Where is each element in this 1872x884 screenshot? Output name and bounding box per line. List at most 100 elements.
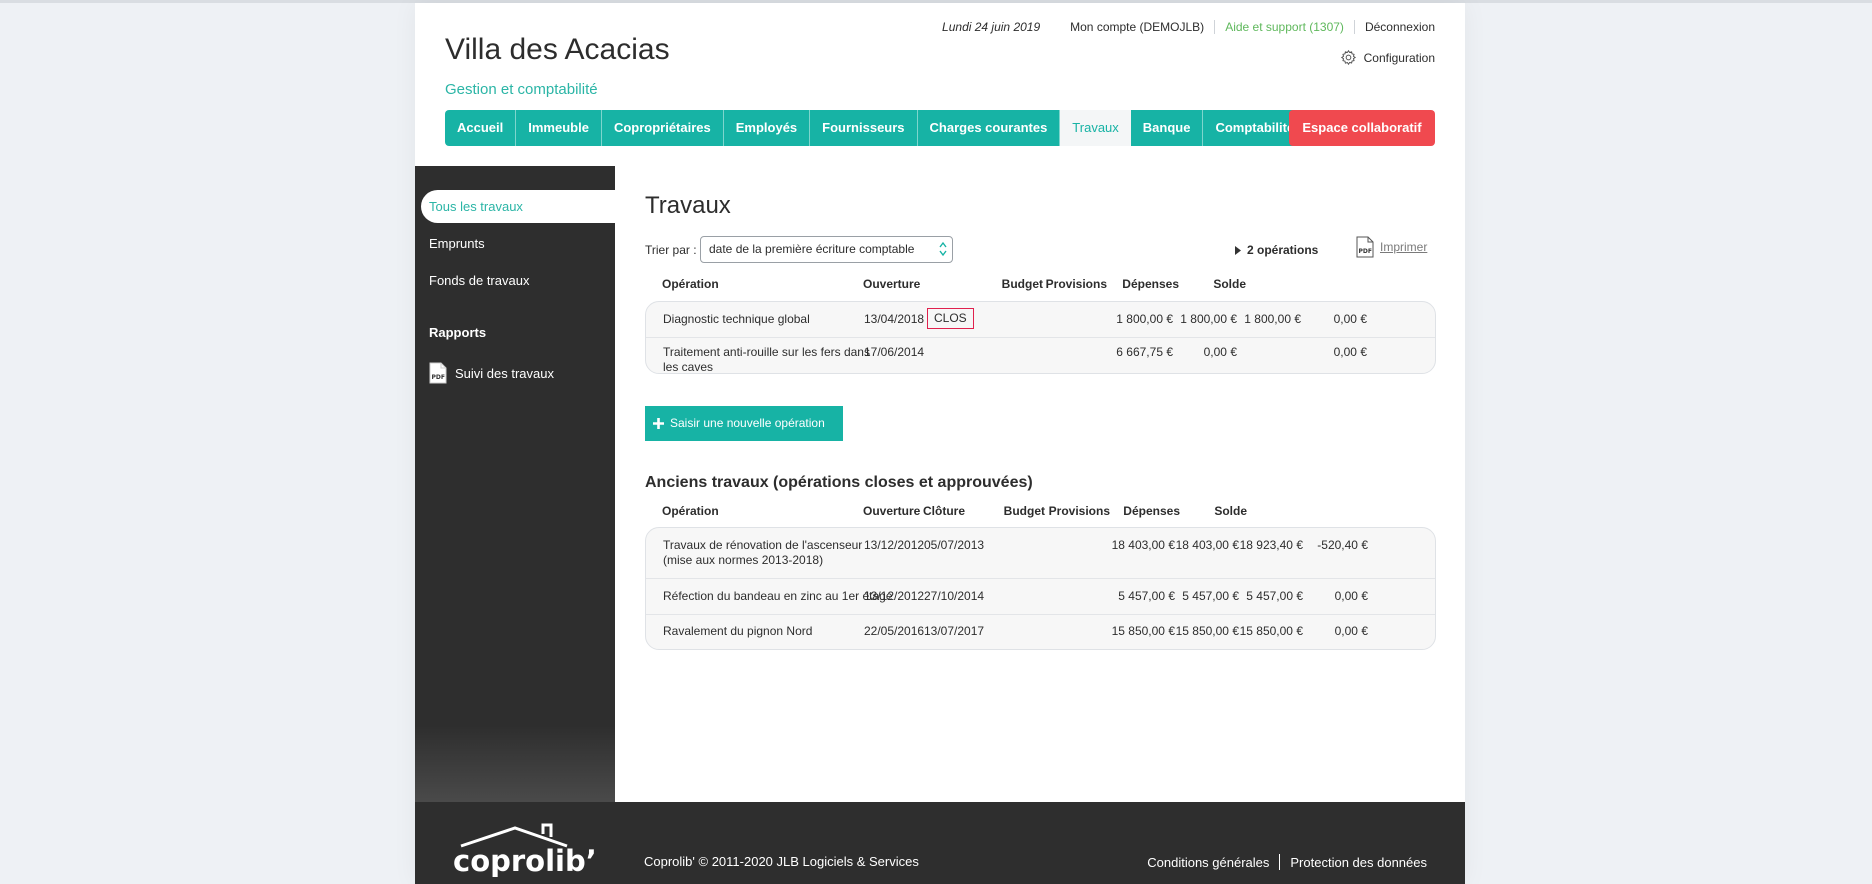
nav-coproprietaires[interactable]: Copropriétaires <box>602 110 724 146</box>
site-title: Villa des Acacias <box>445 33 670 66</box>
col-ouverture: Ouverture <box>863 277 921 291</box>
privacy-link[interactable]: Protection des données <box>1290 855 1427 870</box>
cell-budget: 1 800,00 € <box>1116 312 1173 326</box>
caret-right-icon <box>1235 245 1241 255</box>
table-row[interactable]: Travaux de rénovation de l'ascenseur (mi… <box>646 528 1435 579</box>
legal-links: Conditions générales Protection des donn… <box>1147 854 1427 870</box>
cell-ouverture: 13/04/2018 <box>864 312 925 326</box>
old-table-header: Opération Ouverture Clôture Budget Provi… <box>645 504 1435 524</box>
terms-link[interactable]: Conditions générales <box>1147 855 1269 870</box>
sort-label: Trier par : <box>645 243 697 257</box>
sidebar-item-tous-les-travaux[interactable]: Tous les travaux <box>421 190 615 223</box>
separator <box>1279 854 1281 870</box>
footer: coprolib’ Coprolib' © 2011-2020 JLB Logi… <box>415 802 1465 884</box>
cell-ouverture: 13/12/2012 <box>864 589 925 603</box>
cell-provisions: 15 850,00 € <box>1175 624 1239 638</box>
cell-provisions: 0,00 € <box>1203 345 1237 359</box>
cell-solde: 0,00 € <box>1334 589 1368 603</box>
cell-cloture: 13/07/2017 <box>924 624 985 638</box>
print-link[interactable]: PDF Imprimer <box>1356 236 1427 258</box>
cell-depenses: 18 923,40 € <box>1239 538 1303 552</box>
cell-depenses: 5 457,00 € <box>1246 589 1303 603</box>
nav-accueil[interactable]: Accueil <box>445 110 517 146</box>
configuration-label: Configuration <box>1363 50 1435 65</box>
sidebar-item-emprunts[interactable]: Emprunts <box>429 236 485 251</box>
col-cloture: Clôture <box>923 504 965 518</box>
cell-cloture: 05/07/2013 <box>924 538 985 552</box>
nav-immeuble[interactable]: Immeuble <box>516 110 602 146</box>
gear-icon <box>1340 49 1356 66</box>
sidebar-item-fonds-de-travaux[interactable]: Fonds de travaux <box>429 273 529 288</box>
sort-select[interactable]: date de la première écriture comptable <box>700 236 953 263</box>
cell-solde: 0,00 € <box>1334 624 1368 638</box>
main-content: Travaux Trier par : date de la première … <box>615 166 1465 802</box>
cell-operation: Traitement anti-rouille sur les fers dan… <box>663 345 870 359</box>
svg-text:PDF: PDF <box>432 374 445 381</box>
sidebar-item-suivi-des-travaux[interactable]: PDF Suivi des travaux <box>429 362 554 384</box>
cell-solde: 0,00 € <box>1333 312 1367 326</box>
sidebar-heading-reports: Rapports <box>429 325 487 340</box>
report-label: Suivi des travaux <box>455 365 554 381</box>
current-table-header: Opération Ouverture Budget Provisions Dé… <box>645 277 1435 297</box>
svg-text:PDF: PDF <box>1359 248 1372 255</box>
nav-banque[interactable]: Banque <box>1131 110 1204 146</box>
plus-icon <box>653 418 664 429</box>
cell-solde: -520,40 € <box>1317 538 1368 552</box>
collaborative-space-button[interactable]: Espace collaboratif <box>1289 110 1435 146</box>
cell-budget: 15 850,00 € <box>1111 624 1175 638</box>
logout-link[interactable]: Déconnexion <box>1355 20 1435 34</box>
cell-operation-line2: les caves <box>663 360 714 374</box>
table-row[interactable]: Diagnostic technique global 13/04/2018 C… <box>646 302 1435 338</box>
logo-text: coprolib’ <box>453 844 597 878</box>
new-operation-label: Saisir une nouvelle opération <box>670 416 825 430</box>
cell-operation: Diagnostic technique global <box>663 312 810 326</box>
col-provisions: Provisions <box>1045 277 1107 291</box>
page-title: Travaux <box>645 192 731 219</box>
table-row[interactable]: Ravalement du pignon Nord 22/05/2016 13/… <box>646 615 1435 649</box>
operations-count-toggle[interactable]: 2 opérations <box>1235 243 1318 257</box>
cell-budget: 5 457,00 € <box>1118 589 1175 603</box>
table-row[interactable]: Réfection du bandeau en zinc au 1er étag… <box>646 579 1435 615</box>
configuration-link[interactable]: Configuration <box>1340 49 1435 66</box>
operations-count: 2 opérations <box>1247 243 1319 257</box>
col-operation: Opération <box>662 277 719 291</box>
my-account-link[interactable]: Mon compte (DEMOJLB) <box>1060 20 1214 34</box>
help-support-link[interactable]: Aide et support (1307) <box>1215 20 1354 34</box>
cell-provisions: 5 457,00 € <box>1182 589 1239 603</box>
main-nav: Accueil Immeuble Copropriétaires Employé… <box>445 110 1307 146</box>
current-table-body: Diagnostic technique global 13/04/2018 C… <box>645 301 1436 374</box>
cell-ouverture: 17/06/2014 <box>864 345 925 359</box>
cell-operation-line2: (mise aux normes 2013-2018) <box>663 553 824 567</box>
nav-fournisseurs[interactable]: Fournisseurs <box>810 110 918 146</box>
current-date: Lundi 24 juin 2019 <box>942 20 1041 34</box>
cell-solde: 0,00 € <box>1333 345 1367 359</box>
select-arrows-icon <box>939 241 947 257</box>
old-works-title: Anciens travaux (opérations closes et ap… <box>645 474 1033 491</box>
cell-ouverture: 22/05/2016 <box>864 624 925 638</box>
nav-charges-courantes[interactable]: Charges courantes <box>918 110 1061 146</box>
nav-travaux[interactable]: Travaux <box>1060 110 1131 146</box>
col-depenses: Dépenses <box>1122 277 1179 291</box>
col-ouverture: Ouverture <box>863 504 921 518</box>
sidebar: Tous les travaux Emprunts Fonds de trava… <box>415 166 615 802</box>
top-bar: Lundi 24 juin 2019 Mon compte (DEMOJLB) … <box>942 20 1435 34</box>
cell-ouverture: 13/12/2012 <box>864 538 925 552</box>
nav-employes[interactable]: Employés <box>724 110 811 146</box>
cell-budget: 6 667,75 € <box>1116 345 1173 359</box>
cell-provisions: 1 800,00 € <box>1180 312 1237 326</box>
col-solde: Solde <box>1213 277 1246 291</box>
sort-select-value: date de la première écriture comptable <box>709 242 915 256</box>
cell-cloture: 27/10/2014 <box>924 589 985 603</box>
cell-provisions: 18 403,00 € <box>1175 538 1239 552</box>
col-budget: Budget <box>1003 504 1045 518</box>
cell-operation: Travaux de rénovation de l'ascenseur <box>663 538 863 552</box>
coprolib-logo[interactable]: coprolib’ <box>453 822 597 878</box>
old-table-body: Travaux de rénovation de l'ascenseur (mi… <box>645 527 1436 650</box>
new-operation-button[interactable]: Saisir une nouvelle opération <box>645 406 843 441</box>
copyright-text: Coprolib' © 2011-2020 JLB Logiciels & Se… <box>644 854 919 869</box>
col-operation: Opération <box>662 504 719 518</box>
cell-depenses: 1 800,00 € <box>1244 312 1301 326</box>
table-row[interactable]: Traitement anti-rouille sur les fers dan… <box>646 338 1435 374</box>
cell-budget: 18 403,00 € <box>1111 538 1175 552</box>
cell-operation: Ravalement du pignon Nord <box>663 624 813 638</box>
